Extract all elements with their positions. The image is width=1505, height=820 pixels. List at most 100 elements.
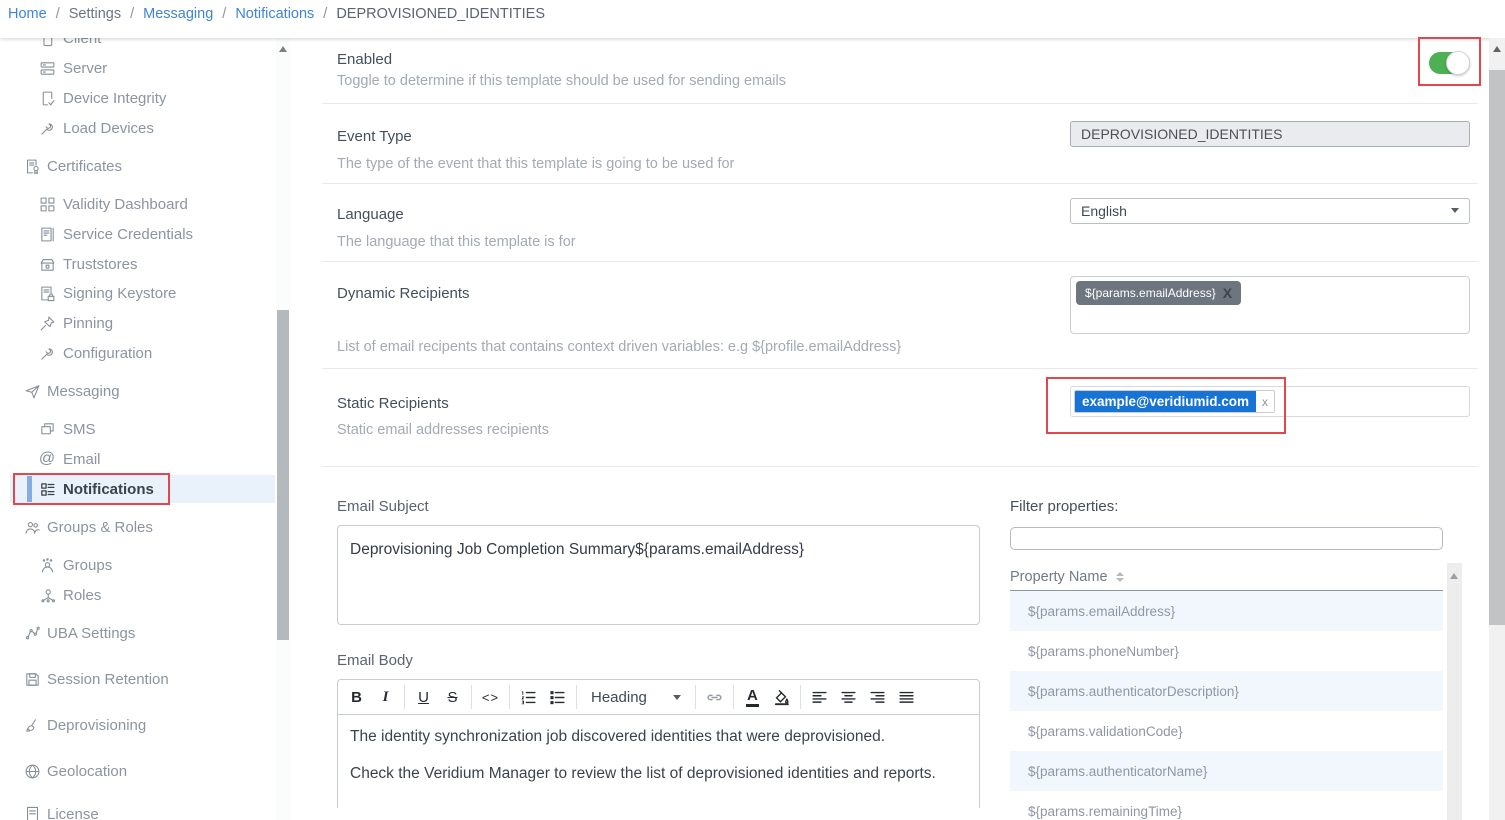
sidebar-item-roles[interactable]: Roles — [0, 581, 275, 609]
underline-button[interactable]: U — [409, 683, 438, 711]
scroll-up-arrow-icon[interactable] — [1450, 573, 1458, 579]
sidebar-item-sms[interactable]: SMS — [0, 415, 275, 443]
floppy-disk-icon — [23, 670, 41, 688]
align-justify-button[interactable] — [892, 683, 921, 711]
template-form: Enabled Toggle to determine if this temp… — [290, 38, 1489, 820]
sidebar-item-server[interactable]: Server — [0, 54, 275, 82]
align-right-button[interactable] — [863, 683, 892, 711]
sidebar-item-load-devices[interactable]: Load Devices — [0, 114, 275, 142]
background-color-button[interactable] — [767, 683, 796, 711]
sidebar-item-groups[interactable]: Groups — [0, 551, 275, 579]
bold-button[interactable]: B — [342, 683, 371, 711]
strikethrough-button[interactable]: S — [438, 683, 467, 711]
dynamic-recipient-chip: ${params.emailAddress} X — [1076, 281, 1241, 305]
property-row[interactable]: ${params.emailAddress} — [1010, 591, 1443, 631]
remove-chip-icon[interactable]: X — [1223, 286, 1232, 300]
configuration-icon — [38, 344, 56, 362]
active-indicator-bar — [27, 476, 32, 502]
filter-properties-input[interactable] — [1010, 527, 1443, 550]
breadcrumb-separator: / — [222, 6, 226, 22]
page-scrollbar-thumb[interactable] — [1489, 70, 1505, 625]
language-row: Language The language that this template… — [322, 184, 1478, 262]
client-icon — [38, 38, 56, 47]
property-row[interactable]: ${params.authenticatorName} — [1010, 751, 1443, 791]
scroll-up-arrow-icon[interactable] — [279, 46, 287, 52]
breadcrumb-messaging[interactable]: Messaging — [143, 6, 213, 22]
filter-properties-label: Filter properties: — [1010, 498, 1443, 515]
sidebar-item-session-retention[interactable]: Session Retention — [0, 665, 275, 693]
sidebar-item-deprovisioning[interactable]: Deprovisioning — [0, 711, 275, 739]
ordered-list-button[interactable] — [514, 683, 543, 711]
sidebar-scrollbar[interactable] — [276, 38, 290, 820]
toolbar-divider — [509, 685, 510, 709]
sidebar-item-groups-roles[interactable]: Groups & Roles — [0, 513, 275, 541]
language-description: The language that this template is for — [337, 234, 1040, 250]
sidebar-item-email[interactable]: @ Email — [0, 445, 275, 473]
text-color-button[interactable]: A — [738, 683, 767, 711]
sidebar-item-certificates[interactable]: Certificates — [0, 152, 275, 180]
breadcrumb-separator: / — [323, 6, 327, 22]
device-integrity-icon — [38, 89, 56, 107]
sidebar-item-pinning[interactable]: Pinning — [0, 309, 275, 337]
sidebar-item-messaging[interactable]: Messaging — [0, 377, 275, 405]
unordered-list-button[interactable] — [543, 683, 572, 711]
language-selected-value: English — [1081, 203, 1127, 219]
sidebar-item-uba-settings[interactable]: UBA Settings — [0, 619, 275, 647]
sidebar-item-notifications[interactable]: Notifications — [10, 475, 275, 503]
breadcrumb-separator: / — [56, 6, 60, 22]
property-row[interactable]: ${params.remainingTime} — [1010, 791, 1443, 820]
chevron-down-icon — [673, 695, 681, 700]
sidebar-item-configuration[interactable]: Configuration — [0, 339, 275, 367]
toolbar-divider — [576, 685, 577, 709]
sort-icon[interactable] — [1116, 572, 1124, 582]
event-type-description: The type of the event that this template… — [337, 156, 1040, 172]
server-icon — [38, 59, 56, 77]
email-subject-input[interactable]: Deprovisioning Job Completion Summary${p… — [337, 525, 980, 625]
sidebar-item-validity-dashboard[interactable]: Validity Dashboard — [0, 190, 275, 218]
heading-dropdown[interactable]: Heading — [581, 689, 691, 706]
italic-button[interactable]: I — [371, 683, 400, 711]
sidebar-item-signing-keystore[interactable]: Signing Keystore — [0, 279, 275, 307]
language-select[interactable]: English — [1070, 198, 1470, 224]
properties-table-scrollbar[interactable] — [1447, 563, 1462, 820]
align-left-button[interactable] — [805, 683, 834, 711]
remove-chip-icon[interactable]: x — [1256, 392, 1274, 412]
sidebar-item-truststores[interactable]: Truststores — [0, 250, 275, 278]
email-subject-label: Email Subject — [337, 498, 980, 515]
breadcrumb-notifications[interactable]: Notifications — [235, 6, 314, 22]
sidebar-item-license[interactable]: License — [0, 800, 275, 820]
static-recipients-input[interactable]: example@veridiumid.com x — [1070, 386, 1470, 417]
breadcrumb-home[interactable]: Home — [8, 6, 47, 22]
language-label: Language — [337, 206, 1040, 223]
sidebar-item-geolocation[interactable]: Geolocation — [0, 757, 275, 785]
enabled-toggle[interactable] — [1429, 52, 1470, 74]
sidebar-scrollbar-thumb[interactable] — [277, 310, 289, 640]
property-row[interactable]: ${params.validationCode} — [1010, 711, 1443, 751]
toolbar-divider — [800, 685, 801, 709]
toolbar-divider — [471, 685, 472, 709]
pinning-icon — [38, 314, 56, 332]
property-row[interactable]: ${params.phoneNumber} — [1010, 631, 1443, 671]
code-button[interactable]: <> — [476, 683, 505, 711]
page-scrollbar[interactable] — [1489, 38, 1505, 820]
link-button[interactable] — [700, 683, 729, 711]
property-row[interactable]: ${params.authenticatorDescription} — [1010, 671, 1443, 711]
load-devices-icon — [38, 119, 56, 137]
sidebar-item-service-credentials[interactable]: Service Credentials — [0, 220, 275, 248]
property-name-header[interactable]: Property Name — [1010, 563, 1443, 591]
align-center-button[interactable] — [834, 683, 863, 711]
at-sign-icon: @ — [38, 450, 56, 468]
email-body-paragraph: Check the Veridium Manager to review the… — [350, 762, 967, 786]
event-type-label: Event Type — [337, 128, 1040, 145]
enabled-description: Toggle to determine if this template sho… — [337, 73, 1040, 89]
signing-keystore-icon — [38, 284, 56, 302]
sidebar-item-device-integrity[interactable]: Device Integrity — [0, 84, 275, 112]
dynamic-recipients-input[interactable]: ${params.emailAddress} X — [1070, 276, 1470, 334]
breadcrumb: Home / Settings / Messaging / Notificati… — [0, 0, 1505, 38]
service-credentials-icon — [38, 225, 56, 243]
email-body-editor[interactable]: The identity synchronization job discove… — [337, 715, 980, 808]
event-type-input: DEPROVISIONED_IDENTITIES — [1070, 121, 1470, 147]
scroll-up-arrow-icon[interactable] — [1493, 46, 1501, 52]
editor-section: Email Subject Deprovisioning Job Complet… — [337, 467, 1478, 820]
sidebar-item-client[interactable]: Client — [0, 38, 275, 52]
